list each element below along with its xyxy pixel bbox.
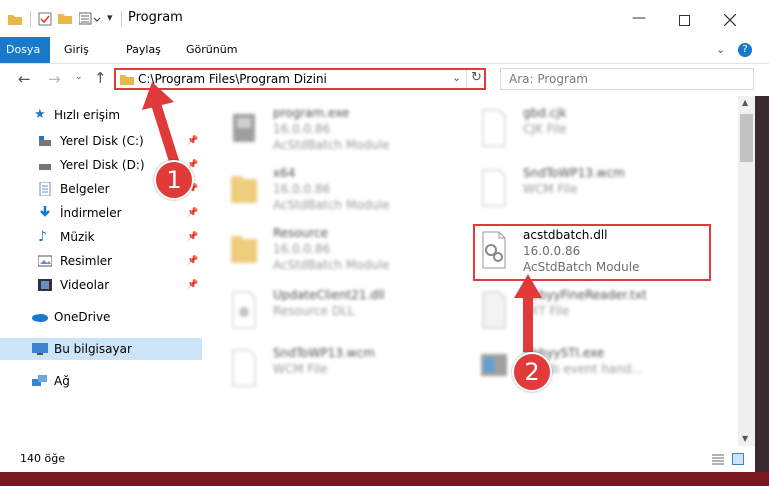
scroll-down-icon[interactable]: ▼ [742, 434, 748, 443]
tab-home[interactable]: Giriş [56, 37, 97, 63]
ribbon-tabs: Dosya Giriş Paylaş Görünüm ⌄ ? [0, 37, 769, 64]
quick-access-dropdown-icon[interactable]: ▾ [107, 11, 113, 24]
file-description: AcStdBatch Module [273, 258, 390, 272]
sidebar-item-videos[interactable]: Videolar 📌 [0, 274, 202, 296]
file-version: 16.0.0.86 [273, 122, 331, 136]
step-badge-1: 1 [154, 160, 194, 200]
videos-icon [38, 279, 52, 291]
pin-icon[interactable]: 📌 [187, 280, 198, 290]
sidebar-item-label: Resimler [60, 254, 113, 268]
tab-view[interactable]: Görünüm [178, 37, 245, 63]
tab-file[interactable]: Dosya [0, 37, 50, 63]
network-icon [32, 375, 47, 386]
back-arrow-icon[interactable]: ← [18, 70, 31, 88]
large-icons-view-icon[interactable] [732, 453, 744, 465]
sidebar-item-label: Belgeler [60, 182, 110, 196]
refresh-icon[interactable]: ↻ [471, 70, 482, 85]
sidebar-item-music[interactable]: ♪ Müzik 📌 [0, 226, 202, 248]
background-edge [0, 472, 769, 486]
up-arrow-icon[interactable]: ↑ [94, 69, 107, 87]
sidebar-item-label: Yerel Disk (D:) [60, 158, 145, 172]
sidebar-item-label: Videolar [60, 278, 110, 292]
sidebar-item-this-pc[interactable]: Bu bilgisayar [0, 338, 202, 360]
file-version: 16.0.0.86 [273, 182, 331, 196]
customize-toolbar-icon[interactable] [79, 12, 103, 26]
sidebar-item-label: Müzik [60, 230, 95, 244]
search-input[interactable]: Ara: Program [509, 72, 588, 86]
folder-icon [8, 15, 22, 25]
step-badge-2: 2 [512, 352, 552, 392]
folder-icon [120, 75, 134, 85]
minimize-button[interactable]: — [632, 10, 646, 26]
new-folder-icon[interactable] [58, 12, 72, 25]
sidebar-item-downloads[interactable]: İndirmeler 📌 [0, 202, 202, 224]
search-box[interactable]: Ara: Program [500, 68, 754, 90]
pictures-icon [38, 255, 52, 267]
recent-locations-icon[interactable]: ⌄ [75, 72, 83, 82]
address-dropdown-icon[interactable]: ⌄ [452, 71, 461, 84]
file-name: gbd.cjk [523, 106, 567, 120]
pin-icon[interactable]: 📌 [187, 208, 198, 218]
documents-icon [39, 182, 51, 196]
sidebar-item-label: OneDrive [54, 310, 111, 324]
details-view-icon[interactable] [712, 454, 724, 466]
computer-icon [32, 343, 48, 355]
background-edge [755, 96, 769, 472]
ribbon-expand-icon[interactable]: ⌄ [716, 43, 725, 56]
pin-icon[interactable]: 📌 [187, 232, 198, 242]
file-description: WCM File [273, 362, 328, 376]
file-name: Resource [273, 226, 329, 240]
title-bar: ▾ Program — [0, 0, 769, 42]
file-description: Resource DLL [273, 304, 355, 318]
item-count: 140 öğe [20, 452, 65, 465]
file-name: SndToWP13.wcm [523, 166, 625, 180]
generic-file-icon [482, 109, 506, 147]
file-description: AcStdBatch Module [273, 138, 390, 152]
exe-file-icon [481, 354, 507, 376]
file-name: SndToWP13.wcm [273, 346, 375, 360]
sidebar-item-onedrive[interactable]: OneDrive [0, 306, 202, 328]
help-icon[interactable]: ? [738, 43, 752, 57]
pin-icon[interactable]: 📌 [187, 256, 198, 266]
exe-file-icon [233, 114, 255, 142]
maximize-button[interactable] [679, 15, 690, 26]
file-description: AcStdBatch Module [273, 198, 390, 212]
folder-icon [231, 176, 257, 203]
window-title: Program [128, 10, 183, 25]
generic-file-icon [232, 349, 256, 387]
sidebar-item-label: İndirmeler [60, 206, 122, 220]
file-name: UpdateClient21.dll [273, 288, 385, 302]
tab-share[interactable]: Paylaş [118, 37, 169, 63]
forward-arrow-icon[interactable]: → [48, 70, 61, 88]
music-icon: ♪ [38, 229, 47, 245]
drive-icon [39, 164, 51, 170]
download-icon [40, 206, 50, 217]
properties-icon[interactable] [38, 12, 52, 26]
text-file-icon [482, 291, 506, 329]
star-icon: ★ [34, 107, 46, 122]
file-version: 16.0.0.86 [273, 242, 331, 256]
sidebar-item-network[interactable]: Ağ [0, 370, 202, 392]
annotation-arrow-2 [514, 274, 542, 352]
generic-file-icon [482, 169, 506, 207]
sidebar-item-label: Yerel Disk (C:) [60, 134, 144, 148]
sidebar-item-label: Ağ [54, 374, 70, 388]
drive-icon [39, 136, 51, 146]
file-description: CJK File [523, 122, 567, 136]
status-bar: 140 öğe [0, 446, 755, 472]
scrollbar-thumb[interactable] [740, 114, 753, 162]
dll-file-icon [232, 291, 256, 329]
sidebar-item-label: Bu bilgisayar [54, 342, 132, 356]
close-button[interactable] [724, 14, 736, 26]
sidebar-item-label: Hızlı erişim [54, 108, 121, 122]
file-name: program.exe [273, 106, 350, 120]
scroll-up-icon[interactable]: ▲ [742, 98, 748, 107]
cloud-icon [32, 314, 48, 322]
file-description: WCM File [523, 182, 578, 196]
file-name: x64 [273, 166, 296, 180]
folder-icon [231, 236, 257, 263]
sidebar-item-pictures[interactable]: Resimler 📌 [0, 250, 202, 272]
